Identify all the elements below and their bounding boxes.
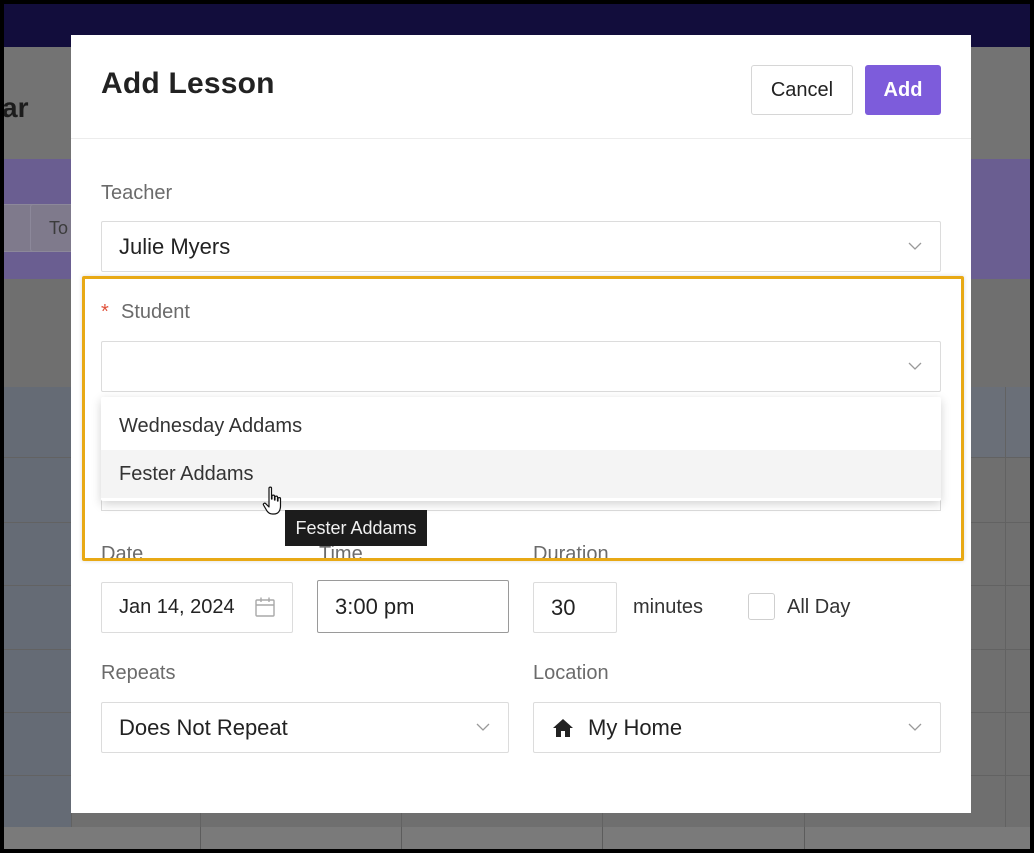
duration-unit: minutes bbox=[633, 596, 704, 618]
app-page-title: ar bbox=[4, 92, 29, 123]
dialog-title: Add Lesson bbox=[101, 67, 275, 100]
repeats-label: Repeats bbox=[101, 662, 176, 684]
home-icon bbox=[552, 718, 574, 738]
chevron-down-icon bbox=[908, 720, 922, 734]
repeats-select-value: Does Not Repeat bbox=[119, 714, 288, 740]
teacher-label: Teacher bbox=[101, 182, 173, 204]
chevron-down-icon bbox=[908, 239, 922, 253]
all-day-checkbox[interactable] bbox=[748, 593, 775, 620]
cancel-button[interactable]: Cancel bbox=[751, 65, 853, 115]
calendar-icon bbox=[254, 596, 276, 624]
option-tooltip: Fester Addams bbox=[285, 510, 427, 546]
date-input[interactable]: Jan 14, 2024 bbox=[101, 582, 293, 633]
duration-input[interactable]: 30 bbox=[533, 582, 617, 633]
duration-input-value: 30 bbox=[551, 594, 576, 620]
time-input-value: 3:00 pm bbox=[335, 593, 415, 619]
student-dropdown-menu: Wednesday Addams Fester Addams bbox=[101, 397, 941, 501]
location-label: Location bbox=[533, 662, 609, 684]
dropdown-option-wednesday-addams[interactable]: Wednesday Addams bbox=[101, 402, 941, 450]
dialog-header: Add Lesson Cancel Add bbox=[71, 35, 971, 139]
calendar-time-column bbox=[4, 387, 71, 827]
date-label: Date bbox=[101, 543, 144, 565]
hand-pointer-icon bbox=[262, 486, 286, 521]
duration-label: Duration bbox=[533, 543, 609, 565]
add-lesson-dialog: Add Lesson Cancel Add Teacher Julie Myer… bbox=[71, 35, 971, 813]
required-marker: * bbox=[101, 301, 109, 323]
teacher-select-value: Julie Myers bbox=[119, 233, 231, 259]
student-select[interactable] bbox=[101, 341, 941, 392]
time-input[interactable]: 3:00 pm bbox=[317, 580, 509, 633]
location-select-value: My Home bbox=[588, 714, 683, 740]
add-button[interactable]: Add bbox=[865, 65, 941, 115]
date-input-value: Jan 14, 2024 bbox=[119, 596, 235, 618]
dropdown-option-fester-addams[interactable]: Fester Addams bbox=[101, 450, 941, 498]
chevron-down-icon bbox=[908, 359, 922, 373]
all-day-label: All Day bbox=[787, 596, 851, 618]
student-label: Student bbox=[121, 301, 190, 323]
time-label: Time bbox=[319, 543, 363, 565]
location-select[interactable]: My Home bbox=[533, 702, 941, 753]
chevron-down-icon bbox=[476, 720, 490, 734]
teacher-select[interactable]: Julie Myers bbox=[101, 221, 941, 272]
repeats-select[interactable]: Does Not Repeat bbox=[101, 702, 509, 753]
app-bottom-strip bbox=[4, 827, 1030, 849]
